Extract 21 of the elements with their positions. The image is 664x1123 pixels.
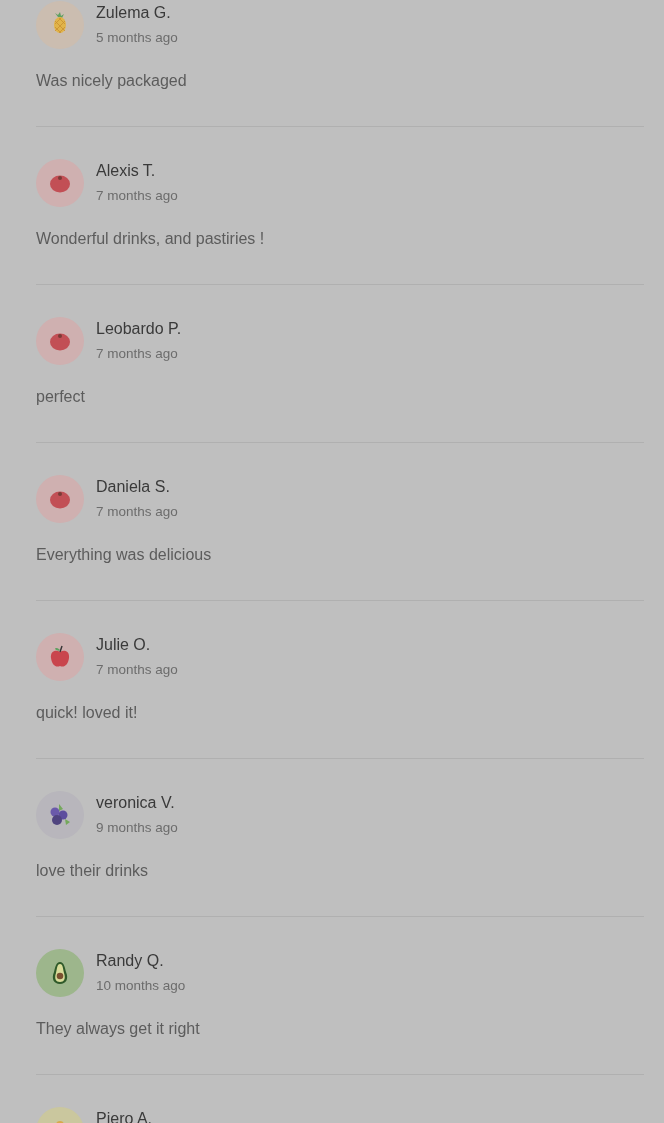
- reviewer-name: Randy Q.: [96, 951, 165, 971]
- review-text: Wonderful drinks, and pastiries !: [36, 229, 266, 249]
- review-time: 7 months ago: [96, 503, 178, 521]
- reviewer-name: veronica V.: [96, 793, 176, 813]
- reviewer-name: Leobardo P.: [96, 319, 182, 339]
- review-text: quick! loved it!: [36, 703, 139, 723]
- reviewer-name: Julie O.: [96, 635, 152, 655]
- review-time: 5 months ago: [96, 29, 178, 47]
- review-time: 10 months ago: [96, 977, 186, 995]
- review-text: Was nicely packaged: [36, 71, 188, 91]
- reviewer-name: Daniela S.: [96, 477, 171, 497]
- review-time: 7 months ago: [96, 187, 178, 205]
- reviewer-name: Alexis T.: [96, 161, 157, 181]
- review-time: 9 months ago: [96, 819, 178, 837]
- review-text: love their drinks: [36, 861, 150, 881]
- review-time: 7 months ago: [96, 345, 179, 363]
- review-time: 7 months ago: [96, 661, 178, 679]
- reviewer-name: Zulema G.: [96, 3, 172, 23]
- review-text: perfect: [36, 387, 86, 407]
- review-text: They always get it right: [36, 1019, 201, 1039]
- review-text: Everything was delicious: [36, 545, 213, 565]
